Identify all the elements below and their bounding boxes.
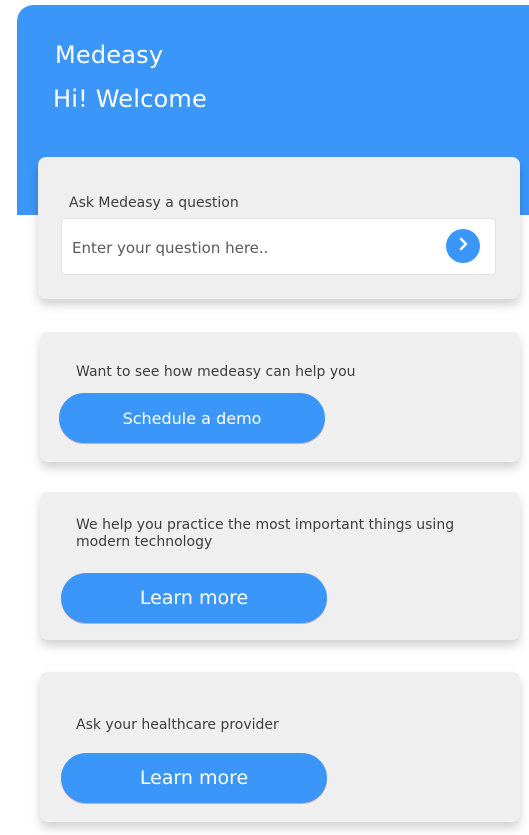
demo-card: Want to see how medeasy can help you Sch… xyxy=(40,332,520,462)
chevron-right-icon xyxy=(455,236,471,256)
app-screen: Medeasy Hi! Welcome Ask Medeasy a questi… xyxy=(17,5,529,835)
question-input[interactable] xyxy=(70,219,444,276)
practice-card: We help you practice the most important … xyxy=(40,492,520,640)
app-title: Medeasy xyxy=(55,41,164,69)
schedule-demo-button[interactable]: Schedule a demo xyxy=(59,393,325,443)
learn-more-button[interactable]: Learn more xyxy=(61,573,327,623)
send-question-button[interactable] xyxy=(446,229,480,263)
demo-card-label: Want to see how medeasy can help you xyxy=(76,364,356,380)
ask-question-card: Ask Medeasy a question xyxy=(38,157,520,299)
provider-card: Ask your healthcare provider Learn more xyxy=(40,672,520,822)
welcome-message: Hi! Welcome xyxy=(53,85,207,113)
practice-card-label: We help you practice the most important … xyxy=(76,517,455,550)
provider-card-label: Ask your healthcare provider xyxy=(76,717,279,733)
provider-learn-more-button[interactable]: Learn more xyxy=(61,753,327,803)
ask-question-label: Ask Medeasy a question xyxy=(69,195,239,211)
question-box xyxy=(61,218,496,276)
